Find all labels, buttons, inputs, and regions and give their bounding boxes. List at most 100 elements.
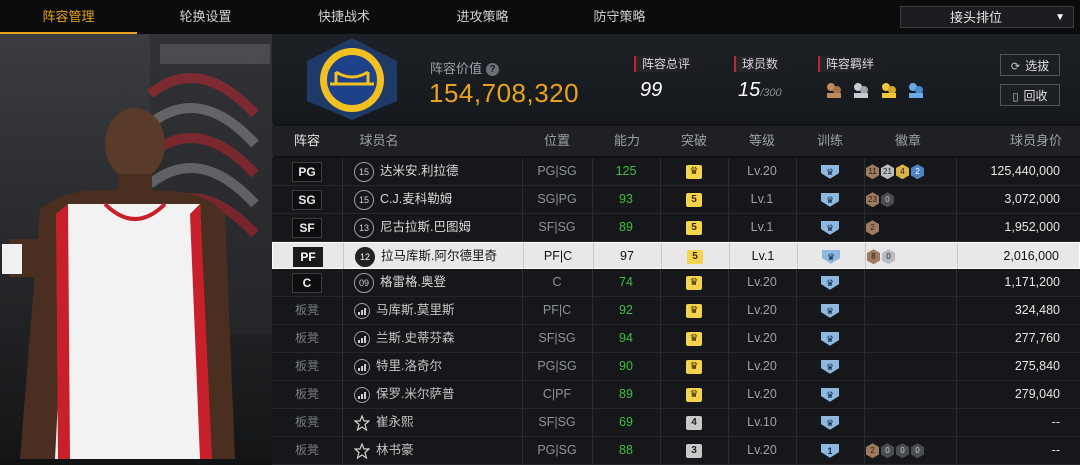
ranking-dropdown[interactable]: 接头排位 ▼ <box>900 6 1074 28</box>
table-row[interactable]: 板凳 特里.洛奇尔 PG|SG 90 ♛ Lv.20 ♛ 275,840 <box>272 353 1080 381</box>
badge-hex-icon[interactable]: 4 <box>896 164 909 180</box>
breakthrough-cell: ♛ <box>660 269 728 296</box>
table-row[interactable]: PG 15 达米安.利拉德 PG|SG 125 ♛ Lv.20 ♛ 11 21 4 2 125,440,… <box>272 158 1080 186</box>
col-worth[interactable]: 球员身价 <box>992 126 1080 156</box>
player-name-cell[interactable]: 马库斯.莫里斯 <box>354 297 454 324</box>
player-name: 格雷格.奥登 <box>380 275 446 289</box>
breakthrough-crown-icon[interactable]: ♛ <box>686 164 702 179</box>
table-row[interactable]: 板凳 马库斯.莫里斯 PF|C 92 ♛ Lv.20 ♛ 324,480 <box>272 297 1080 325</box>
badge-hex-icon[interactable]: 23 <box>866 192 879 208</box>
column-divider <box>956 325 957 352</box>
player-count-max: /300 <box>760 87 782 99</box>
slot-badge[interactable]: PF <box>293 246 323 267</box>
tab-quick-tactics[interactable]: 快捷战术 <box>274 0 414 34</box>
training-crown-icon[interactable]: ♛ <box>821 415 839 430</box>
player-name-cell[interactable]: 崔永熙 <box>354 409 414 436</box>
column-divider <box>864 269 865 296</box>
col-position[interactable]: 位置 <box>522 126 592 156</box>
training-crown-icon[interactable]: ♛ <box>821 331 839 346</box>
player-name-cell[interactable]: 15 达米安.利拉德 <box>354 158 458 185</box>
table-row[interactable]: 板凳 保罗.米尔萨普 C|PF 89 ♛ Lv.20 ♛ 279,040 <box>272 381 1080 409</box>
training-crown-icon[interactable]: ♛ <box>822 249 840 264</box>
breakthrough-crown-icon[interactable]: ♛ <box>686 303 702 318</box>
breakthrough-crown-icon[interactable]: ♛ <box>686 359 702 374</box>
bond-gold-icon[interactable] <box>879 80 899 100</box>
training-badge[interactable]: 1 <box>821 443 839 458</box>
player-name-cell[interactable]: 12 拉马库斯.阿尔德里奇 <box>355 243 497 270</box>
player-name-cell[interactable]: 兰斯.史蒂芬森 <box>354 325 454 352</box>
player-name-cell[interactable]: 09 格雷格.奥登 <box>354 269 446 296</box>
training-crown-icon[interactable]: ♛ <box>821 275 839 290</box>
player-name-cell[interactable]: 15 C.J.麦科勒姆 <box>354 186 452 213</box>
badge-hex-icon[interactable]: 11 <box>866 164 879 180</box>
training-crown-icon[interactable]: ♛ <box>821 164 839 179</box>
bond-blue-icon[interactable] <box>906 80 926 100</box>
badge-hex-icon[interactable]: 0 <box>881 192 894 208</box>
col-breakthrough[interactable]: 突破 <box>660 126 728 156</box>
select-button-label: 选拔 <box>1025 59 1050 73</box>
col-training[interactable]: 训练 <box>796 126 864 156</box>
training-crown-icon[interactable]: ♛ <box>821 192 839 207</box>
training-crown-icon[interactable]: ♛ <box>821 220 839 235</box>
badge-hex-icon[interactable]: 2 <box>911 164 924 180</box>
table-row[interactable]: 板凳 崔永熙 SF|SG 69 4 Lv.10 ♛ -- <box>272 409 1080 437</box>
ability-cell: 69 <box>619 415 633 429</box>
badge-hex-icon[interactable]: 0 <box>881 443 894 459</box>
breakthrough-badge[interactable]: 5 <box>686 220 702 235</box>
breakthrough-badge[interactable]: 3 <box>686 443 702 458</box>
bond-silver-icon[interactable] <box>851 80 871 100</box>
tab-offense-strategy[interactable]: 进攻策略 <box>414 0 551 34</box>
position-cell: PG|SG <box>537 164 577 178</box>
player-name-cell[interactable]: 13 尼古拉斯.巴图姆 <box>354 214 471 241</box>
badge-hex-icon[interactable]: 2 <box>866 220 879 236</box>
worth-cell: 3,072,000 <box>1004 192 1060 206</box>
bond-bronze-icon[interactable] <box>824 80 844 100</box>
lineup-value: 154,708,320 <box>429 78 580 108</box>
slot-badge[interactable]: SF <box>292 217 322 238</box>
table-row[interactable]: C 09 格雷格.奥登 C 74 ♛ Lv.20 ♛ 1,171,200 <box>272 269 1080 297</box>
table-row[interactable]: PF 12 拉马库斯.阿尔德里奇 PF|C 97 5 Lv.1 ♛ 8 0 2,016,000 <box>272 242 1080 270</box>
slot-badge[interactable]: PG <box>292 161 322 182</box>
badge-hex-icon[interactable]: 0 <box>896 443 909 459</box>
col-player-name[interactable]: 球员名 <box>354 126 404 156</box>
select-button[interactable]: ⟳ 选拔 <box>1000 54 1060 76</box>
player-name-cell[interactable]: 林书豪 <box>354 437 414 464</box>
breakthrough-cell: 5 <box>661 243 729 270</box>
training-crown-icon[interactable]: ♛ <box>821 359 839 374</box>
breakthrough-badge[interactable]: 5 <box>687 249 703 264</box>
breakthrough-crown-icon[interactable]: ♛ <box>686 387 702 402</box>
badge-hex-icon[interactable]: 8 <box>867 249 880 265</box>
badges-cell: 2 <box>866 214 881 241</box>
badge-hex-icon[interactable]: 2 <box>866 443 879 459</box>
breakthrough-badge[interactable]: 4 <box>686 415 702 430</box>
breakthrough-crown-icon[interactable]: ♛ <box>686 331 702 346</box>
training-crown-icon[interactable]: ♛ <box>821 303 839 318</box>
help-icon[interactable]: ? <box>486 63 500 77</box>
player-name-cell[interactable]: 特里.洛奇尔 <box>354 353 442 380</box>
col-level[interactable]: 等级 <box>728 126 796 156</box>
badge-hex-icon[interactable]: 21 <box>881 164 894 180</box>
col-badges[interactable]: 徽章 <box>864 126 952 156</box>
breakthrough-badge[interactable]: 5 <box>686 192 702 207</box>
badge-hex-icon[interactable]: 0 <box>911 443 924 459</box>
col-ability[interactable]: 能力 <box>592 126 662 156</box>
player-name: 马库斯.莫里斯 <box>376 303 455 317</box>
table-row[interactable]: SG 15 C.J.麦科勒姆 SG|PG 93 5 Lv.1 ♛ 23 0 3,072,000 <box>272 186 1080 214</box>
badge-hex-icon[interactable]: 0 <box>882 249 895 265</box>
col-lineup[interactable]: 阵容 <box>272 126 342 156</box>
table-row[interactable]: 板凳 林书豪 PG|SG 88 3 Lv.20 1 2 0 0 0 -- <box>272 437 1080 465</box>
table-row[interactable]: 板凳 兰斯.史蒂芬森 SF|SG 94 ♛ Lv.20 ♛ 277,760 <box>272 325 1080 353</box>
player-name-cell[interactable]: 保罗.米尔萨普 <box>354 381 454 408</box>
tab-rotation-settings[interactable]: 轮换设置 <box>137 0 274 34</box>
column-divider <box>956 353 957 380</box>
position-cell: C|PF <box>542 387 572 401</box>
table-row[interactable]: SF 13 尼古拉斯.巴图姆 SF|SG 89 5 Lv.1 ♛ 2 1,952,000 <box>272 214 1080 242</box>
player-name: 尼古拉斯.巴图姆 <box>380 220 471 234</box>
breakthrough-crown-icon[interactable]: ♛ <box>686 275 702 290</box>
tab-lineup-management[interactable]: 阵容管理 <box>0 0 137 34</box>
recycle-button[interactable]: ▯ 回收 <box>1000 84 1060 106</box>
tab-defense-strategy[interactable]: 防守策略 <box>551 0 688 34</box>
slot-badge[interactable]: SG <box>292 189 322 210</box>
training-crown-icon[interactable]: ♛ <box>821 387 839 402</box>
slot-badge[interactable]: C <box>292 272 322 293</box>
